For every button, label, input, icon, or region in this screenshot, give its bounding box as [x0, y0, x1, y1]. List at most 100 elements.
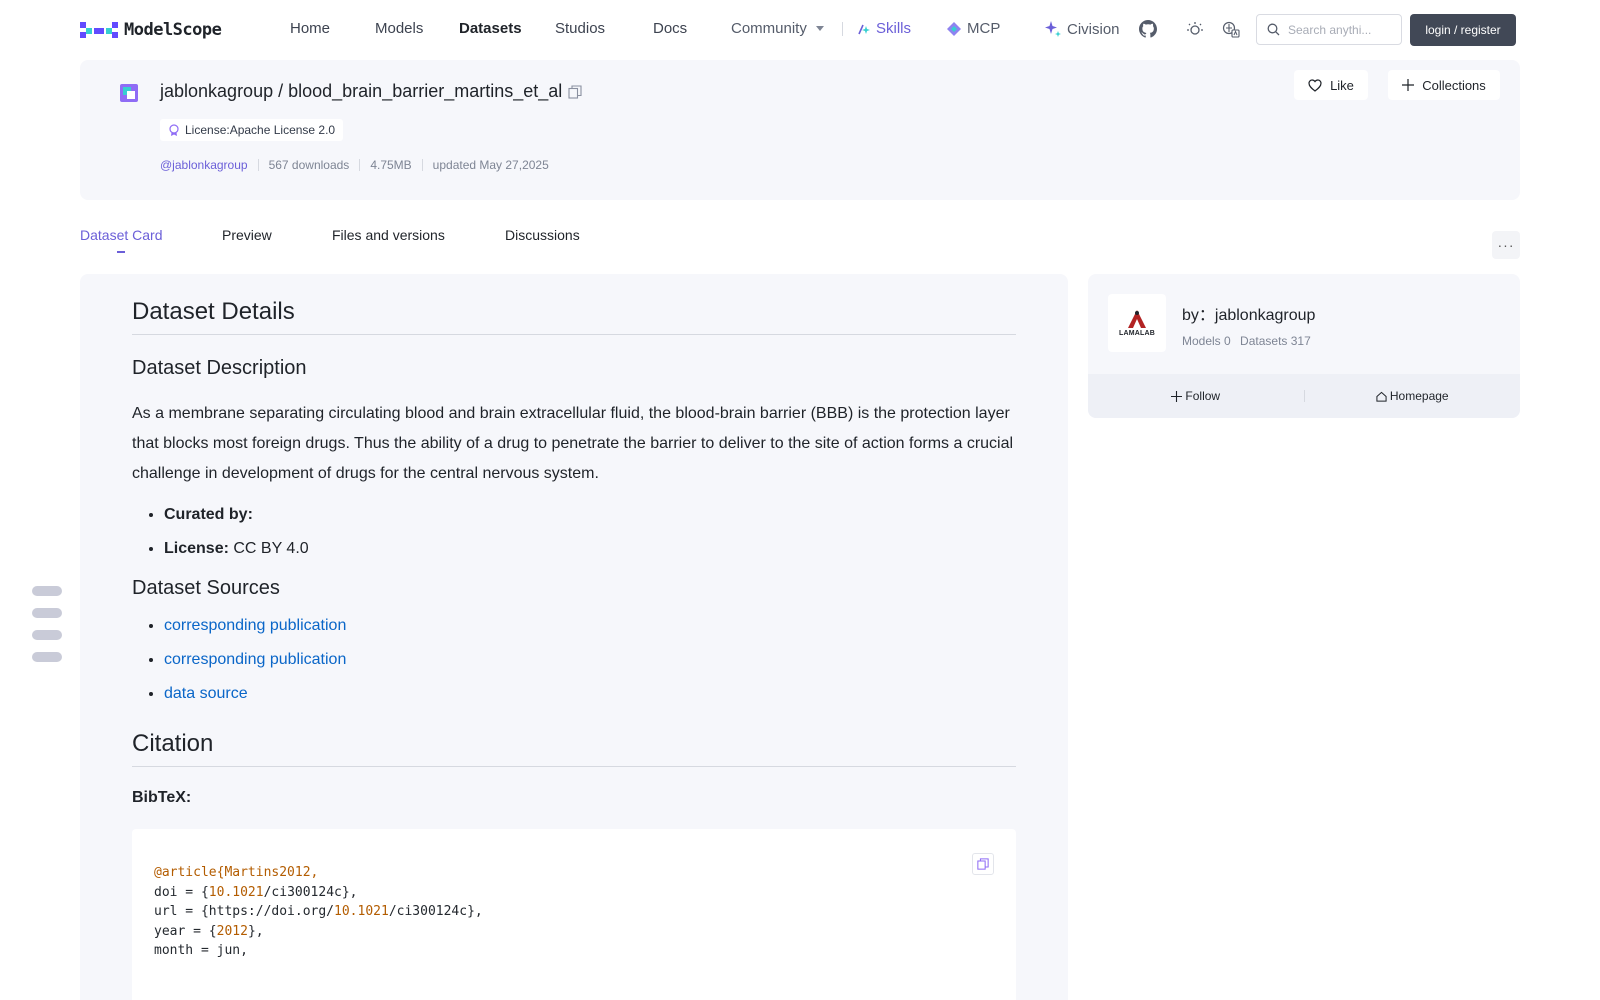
homepage-button[interactable]: Homepage	[1305, 389, 1521, 403]
modelscope-logo[interactable]: ModelScope	[80, 19, 222, 41]
heart-icon	[1308, 78, 1322, 92]
collections-label: Collections	[1422, 77, 1486, 93]
dataset-header-card: jablonkagroup / blood_brain_barrier_mart…	[80, 60, 1520, 200]
toc-bar	[32, 630, 62, 640]
floating-toc-widget[interactable]	[32, 586, 62, 674]
copy-code-icon[interactable]	[972, 853, 994, 875]
dataset-icon	[120, 84, 138, 102]
nav-studios[interactable]: Studios	[555, 20, 605, 37]
title-separator: /	[278, 81, 284, 101]
nav-home[interactable]: Home	[290, 20, 330, 37]
search-box[interactable]	[1256, 14, 1402, 45]
org-datasets-count[interactable]: Datasets 317	[1240, 334, 1311, 348]
heading-dataset-details: Dataset Details	[132, 298, 1016, 335]
nav-community-label: Community	[731, 20, 807, 37]
nav-docs[interactable]: Docs	[653, 20, 687, 37]
caret-down-icon	[815, 25, 824, 31]
search-input[interactable]	[1288, 22, 1388, 37]
list-item: License: CC BY 4.0	[164, 539, 1016, 559]
login-register-button[interactable]: login / register	[1410, 14, 1516, 46]
nav-datasets[interactable]: Datasets	[459, 20, 522, 37]
meta-divider	[257, 159, 259, 171]
updated-date: updated May 27,2025	[432, 158, 549, 172]
theme-toggle-icon[interactable]	[1185, 19, 1205, 39]
meta-divider	[421, 159, 423, 171]
github-icon[interactable]	[1138, 19, 1158, 39]
nav-mcp[interactable]: MCP	[946, 20, 1000, 37]
markdown-content: Dataset Details Dataset Description As a…	[132, 298, 1016, 1000]
license-label: License:	[164, 540, 229, 557]
heading-dataset-sources: Dataset Sources	[132, 577, 280, 599]
nav-civision-label: Civision	[1067, 20, 1120, 38]
toc-bar	[32, 608, 62, 618]
plus-icon	[1402, 79, 1415, 91]
language-icon[interactable]	[1221, 19, 1241, 39]
toc-bar	[32, 586, 62, 596]
owner-handle[interactable]: @jablonkagroup	[160, 158, 248, 172]
nav-mcp-label: MCP	[967, 20, 1001, 37]
license-value: CC BY 4.0	[233, 540, 309, 557]
plus-icon	[1171, 390, 1183, 402]
license-tag[interactable]: License:Apache License 2.0	[160, 119, 344, 141]
org-models-count[interactable]: Models 0	[1182, 334, 1231, 348]
description-paragraph: As a membrane separating circulating blo…	[132, 405, 1014, 482]
organization-card: LAMALAB by：jablonkagroup Models 0 Datase…	[1088, 274, 1520, 418]
dataset-card-panel: Dataset Details Dataset Description As a…	[80, 274, 1068, 1000]
dataset-size: 4.75MB	[370, 158, 412, 172]
curated-by-label: Curated by:	[164, 506, 253, 523]
heading-dataset-description: Dataset Description	[132, 357, 307, 379]
code-line: @article{Martins2012,	[154, 865, 319, 880]
copy-icon[interactable]	[568, 84, 582, 99]
source-link[interactable]: corresponding publication	[164, 651, 346, 668]
dataset-meta: @jablonkagroup 567 downloads 4.75MB upda…	[160, 158, 549, 172]
meta-divider	[359, 159, 361, 171]
dataset-name: blood_brain_barrier_martins_et_al	[288, 81, 563, 101]
list-item: Curated by:	[164, 505, 1016, 525]
list-item: corresponding publication	[164, 650, 1016, 670]
tab-dataset-card[interactable]: Dataset Card	[80, 227, 162, 243]
org-avatar[interactable]: LAMALAB	[1108, 294, 1166, 352]
lamalab-logo-icon	[1128, 310, 1146, 328]
active-tab-indicator	[117, 251, 125, 253]
modelscope-logo-icon	[80, 22, 118, 38]
follow-label: Follow	[1185, 389, 1221, 403]
org-actions: Follow Homepage	[1088, 374, 1520, 418]
sparkle-icon	[1045, 21, 1061, 37]
bibtex-code-block: @article{Martins2012, doi = {10.1021/ci3…	[132, 829, 1016, 1000]
heading-citation: Citation	[132, 730, 1016, 767]
code-line: month = jun,	[154, 943, 248, 959]
like-label: Like	[1330, 77, 1354, 93]
nav-community[interactable]: Community	[731, 20, 825, 37]
tab-files-and-versions[interactable]: Files and versions	[332, 227, 445, 243]
nav-models[interactable]: Models	[375, 20, 423, 37]
tab-preview[interactable]: Preview	[222, 227, 272, 243]
source-link[interactable]: corresponding publication	[164, 617, 346, 634]
nav-skills[interactable]: Skills	[857, 20, 911, 37]
toc-bar	[32, 652, 62, 662]
nav-civision[interactable]: Civision	[1044, 20, 1120, 38]
list-item: data source	[164, 684, 1016, 704]
download-count: 567 downloads	[268, 158, 350, 172]
more-options-button[interactable]: ···	[1492, 231, 1520, 259]
sources-list: corresponding publication corresponding …	[132, 616, 1016, 704]
details-list: Curated by: License: CC BY 4.0	[132, 505, 1016, 559]
logo-text: ModelScope	[124, 20, 222, 40]
homepage-label: Homepage	[1389, 389, 1449, 403]
skills-icon	[858, 24, 870, 34]
collections-button[interactable]: Collections	[1388, 70, 1500, 100]
org-stats: Models 0 Datasets 317	[1182, 334, 1317, 348]
follow-button[interactable]: Follow	[1088, 389, 1304, 403]
license-badge-icon	[168, 124, 180, 136]
like-button[interactable]: Like	[1294, 70, 1368, 100]
dataset-title: jablonkagroup / blood_brain_barrier_mart…	[160, 81, 582, 102]
nav-skills-label: Skills	[876, 20, 912, 37]
top-nav-bar: ModelScope Home Models Datasets Studios …	[0, 0, 1600, 58]
dataset-owner[interactable]: jablonkagroup	[160, 81, 273, 102]
nav-divider	[842, 22, 843, 36]
tab-discussions[interactable]: Discussions	[505, 227, 580, 243]
org-name[interactable]: by：jablonkagroup	[1182, 301, 1315, 325]
org-avatar-text: LAMALAB	[1118, 330, 1155, 337]
source-link[interactable]: data source	[164, 685, 248, 702]
code-line: url = {https://doi.org/10.1021/ci300124c…	[154, 904, 483, 920]
license-text: License:Apache License 2.0	[185, 123, 336, 137]
